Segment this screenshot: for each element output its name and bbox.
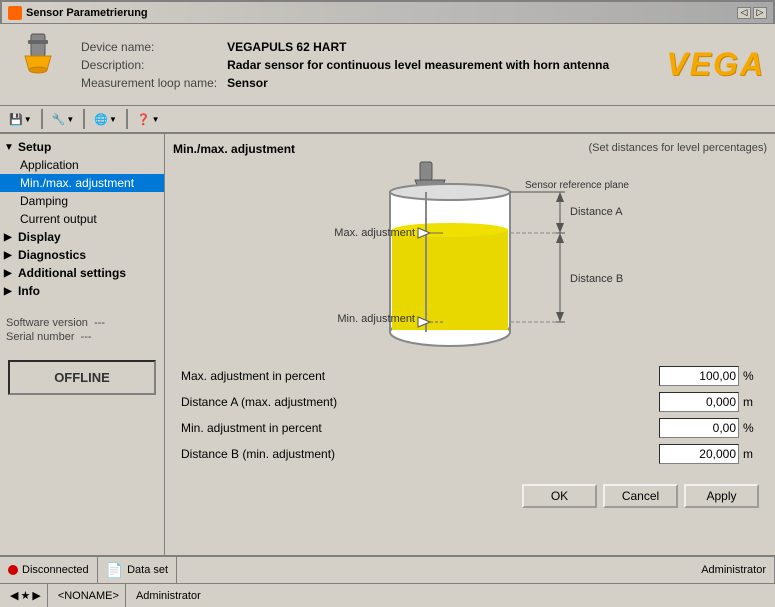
minimize-button[interactable]: ◁ <box>737 7 751 19</box>
svg-text:Distance A: Distance A <box>570 206 623 218</box>
status-administrator: Administrator <box>693 557 775 583</box>
param-input-0[interactable] <box>659 366 739 386</box>
toolbar: 💾▼ 🔧▼ 🌐▼ ❓▼ <box>0 106 775 134</box>
taskbar-star-icon[interactable]: ★ <box>20 589 30 602</box>
sidebar-item-current-output[interactable]: Current output <box>0 210 164 228</box>
sidebar-item-min-max-adjustment[interactable]: Min./max. adjustment <box>0 174 164 192</box>
app-icon <box>8 6 22 20</box>
param-unit-2: % <box>743 421 759 435</box>
svg-text:Max. adjustment: Max. adjustment <box>334 227 415 239</box>
cancel-button[interactable]: Cancel <box>603 484 678 508</box>
device-name-label: Device name: <box>77 39 221 55</box>
serial-number-label: Serial number <box>6 331 74 343</box>
sidebar-item-application[interactable]: Application <box>0 156 164 174</box>
sidebar: ▼Setup Application Min./max. adjustment … <box>0 134 165 555</box>
param-row-1: Distance A (max. adjustment) m <box>173 392 767 412</box>
param-input-group-3: m <box>659 444 759 464</box>
param-input-group-2: % <box>659 418 759 438</box>
taskbar-nav-buttons: ◀ ★ ▶ <box>4 584 48 607</box>
software-version-value: --- <box>94 317 105 329</box>
ok-button[interactable]: OK <box>522 484 597 508</box>
taskbar-back-icon[interactable]: ◀ <box>10 589 18 602</box>
loop-name-label: Measurement loop name: <box>77 75 221 91</box>
toolbar-tools-button[interactable]: 🔧▼ <box>47 108 80 130</box>
administrator-label: Administrator <box>701 564 766 576</box>
device-info-panel: Device name: VEGAPULS 62 HART Descriptio… <box>0 24 775 106</box>
vega-logo: VEGA <box>666 46 765 83</box>
taskbar: ◀ ★ ▶ <NONAME> Administrator <box>0 583 775 607</box>
device-icon <box>10 32 65 97</box>
buttons-row: OK Cancel Apply <box>173 476 767 512</box>
status-spacer <box>177 557 693 583</box>
description-value: Radar sensor for continuous level measur… <box>223 57 613 73</box>
param-input-1[interactable] <box>659 392 739 412</box>
param-row-2: Min. adjustment in percent % <box>173 418 767 438</box>
disconnected-label: Disconnected <box>22 564 89 576</box>
right-panel: Min./max. adjustment (Set distances for … <box>165 134 775 555</box>
description-label: Description: <box>77 57 221 73</box>
sidebar-item-setup[interactable]: ▼Setup <box>0 138 164 156</box>
title-bar-controls: ◁ ▷ <box>737 7 767 19</box>
taskbar-noname-label: <NONAME> <box>58 590 119 602</box>
svg-text:Sensor reference plane: Sensor reference plane <box>525 180 629 191</box>
diagram-title: Min./max. adjustment (Set distances for … <box>173 142 767 156</box>
param-label-2: Min. adjustment in percent <box>173 421 659 435</box>
param-unit-0: % <box>743 369 759 383</box>
device-name-value: VEGAPULS 62 HART <box>223 39 613 55</box>
param-input-2[interactable] <box>659 418 739 438</box>
param-row-3: Distance B (min. adjustment) m <box>173 444 767 464</box>
sidebar-item-display[interactable]: ▶Display <box>0 228 164 246</box>
status-dataset: 📄 Data set <box>98 557 177 583</box>
offline-button[interactable]: OFFLINE <box>8 360 156 395</box>
param-label-1: Distance A (max. adjustment) <box>173 395 659 409</box>
status-disconnected: Disconnected <box>0 557 98 583</box>
param-unit-3: m <box>743 447 759 461</box>
serial-number-value: --- <box>81 331 92 343</box>
sidebar-info: Software version --- Serial number --- <box>0 308 164 352</box>
disconnected-indicator <box>8 565 18 575</box>
main-content: ▼Setup Application Min./max. adjustment … <box>0 134 775 555</box>
maximize-button[interactable]: ▷ <box>753 7 767 19</box>
toolbar-separator-3 <box>126 109 128 129</box>
toolbar-separator-1 <box>41 109 43 129</box>
param-input-3[interactable] <box>659 444 739 464</box>
dataset-label: Data set <box>127 564 168 576</box>
title-bar: Sensor Parametrierung ◁ ▷ <box>0 0 775 24</box>
taskbar-forward-icon[interactable]: ▶ <box>32 589 40 602</box>
param-row-0: Max. adjustment in percent % <box>173 366 767 386</box>
status-bar: Disconnected 📄 Data set Administrator <box>0 555 775 583</box>
sidebar-item-info[interactable]: ▶Info <box>0 282 164 300</box>
toolbar-separator-2 <box>83 109 85 129</box>
sidebar-item-damping[interactable]: Damping <box>0 192 164 210</box>
toolbar-lang-button[interactable]: 🌐▼ <box>89 108 122 130</box>
sidebar-item-diagnostics[interactable]: ▶Diagnostics <box>0 246 164 264</box>
param-label-3: Distance B (min. adjustment) <box>173 447 659 461</box>
device-details: Device name: VEGAPULS 62 HART Descriptio… <box>75 37 656 93</box>
diagram-subtitle: (Set distances for level percentages) <box>588 142 767 156</box>
param-input-group-0: % <box>659 366 759 386</box>
param-input-group-1: m <box>659 392 759 412</box>
taskbar-noname: <NONAME> <box>52 584 126 607</box>
param-label-0: Max. adjustment in percent <box>173 369 659 383</box>
tank-diagram: Max. adjustment Min. adjustment Sensor r… <box>173 160 767 360</box>
sidebar-item-additional-settings[interactable]: ▶Additional settings <box>0 264 164 282</box>
apply-button[interactable]: Apply <box>684 484 759 508</box>
svg-text:Min. adjustment: Min. adjustment <box>337 313 415 325</box>
toolbar-help-button[interactable]: ❓▼ <box>132 108 165 130</box>
loop-name-value: Sensor <box>223 75 613 91</box>
title-bar-text: Sensor Parametrierung <box>26 7 148 19</box>
param-unit-1: m <box>743 395 759 409</box>
parameters-section: Max. adjustment in percent % Distance A … <box>173 360 767 476</box>
taskbar-administrator-section: Administrator <box>130 584 771 607</box>
taskbar-administrator-label: Administrator <box>136 590 201 602</box>
diagram-title-left: Min./max. adjustment <box>173 142 295 156</box>
tank-svg: Max. adjustment Min. adjustment Sensor r… <box>245 160 695 360</box>
svg-text:Distance B: Distance B <box>570 273 623 285</box>
software-version-label: Software version <box>6 317 88 329</box>
dataset-icon: 📄 <box>106 562 123 579</box>
toolbar-save-button[interactable]: 💾▼ <box>4 108 37 130</box>
